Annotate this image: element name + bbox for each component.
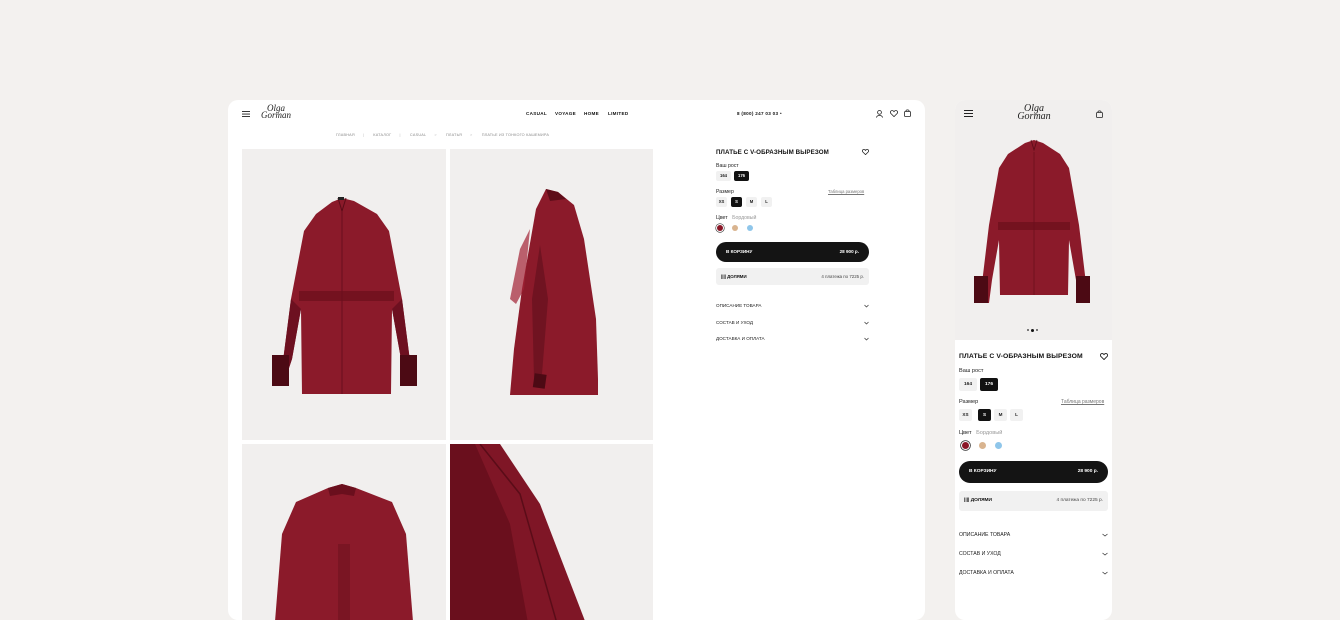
breadcrumb-item-current: ПЛАТЬЕ ИЗ ТОНКОГО КАШЕМИРА xyxy=(481,133,550,137)
accordion-composition[interactable]: СОСТАВ И УХОД xyxy=(959,551,1001,557)
breadcrumb-item[interactable]: CASUAL xyxy=(410,133,426,137)
color-swatch-blue[interactable] xyxy=(995,442,1002,449)
dolyami-logo: |||| ДОЛЯМИ xyxy=(721,274,747,279)
color-label: Цвет Бордовый xyxy=(959,430,1002,436)
add-to-cart-button[interactable]: В КОРЗИНУ 28 900 р. xyxy=(959,461,1108,483)
accordion-description[interactable]: ОПИСАНИЕ ТОВАРА xyxy=(716,303,761,308)
size-option-xs[interactable]: XS xyxy=(959,409,972,421)
brand-logo[interactable]: Olga Gorman xyxy=(258,103,294,121)
product-title: ПЛАТЬЕ С V-ОБРАЗНЫМ ВЫРЕЗОМ xyxy=(716,149,829,156)
height-option-176[interactable]: 176 xyxy=(980,378,998,391)
favorite-heart-icon[interactable] xyxy=(1100,353,1108,360)
size-chart-link[interactable]: Таблица размеров xyxy=(828,189,864,194)
chevron-down-icon[interactable] xyxy=(1102,552,1108,556)
accordion-delivery[interactable]: ДОСТАВКА И ОПЛАТА xyxy=(959,570,1014,576)
dolyami-installments: 4 платежа по 7225 р. xyxy=(1056,498,1103,503)
account-icon[interactable] xyxy=(876,110,883,118)
product-photo-side[interactable] xyxy=(450,149,653,440)
nav-casual[interactable]: CASUAL xyxy=(526,111,547,116)
nav-voyage[interactable]: VOYAGE xyxy=(555,111,576,116)
chevron-down-icon: • xyxy=(779,111,782,116)
dolyami-installments: 4 платежа по 7225 р. xyxy=(821,274,864,279)
breadcrumb-item[interactable]: ПЛАТЬЯ xyxy=(446,133,462,137)
chevron-down-icon[interactable] xyxy=(864,321,869,325)
shirt-side-image xyxy=(510,189,598,395)
color-swatch-blue[interactable] xyxy=(747,225,753,231)
cart-button-label: В КОРЗИНУ xyxy=(726,249,753,254)
favorite-heart-icon[interactable] xyxy=(862,149,869,155)
favorites-heart-icon[interactable] xyxy=(890,110,898,117)
logo-line-2: Gorman xyxy=(1017,111,1051,122)
header-phone[interactable]: 8 (800) 247 03 03 • xyxy=(737,111,782,116)
chevron-down-icon[interactable] xyxy=(1102,533,1108,537)
mobile-product-page: Olga Gorman ПЛАТЬЕ С V-ОБРАЗНЫМ ВЫРЕЗОМ … xyxy=(955,100,1112,620)
cart-bag-icon[interactable] xyxy=(1096,110,1103,118)
mobile-photo-area[interactable]: Olga Gorman xyxy=(955,100,1112,340)
color-label: Цвет Бордовый xyxy=(716,215,756,221)
carousel-dot[interactable] xyxy=(1036,329,1038,331)
menu-icon[interactable] xyxy=(964,110,973,117)
size-option-m[interactable]: M xyxy=(994,409,1007,421)
chevron-down-icon[interactable] xyxy=(864,304,869,308)
dolyami-banner[interactable]: |||| ДОЛЯМИ 4 платежа по 7225 р. xyxy=(959,491,1108,511)
accordion-delivery[interactable]: ДОСТАВКА И ОПЛАТА xyxy=(716,336,765,341)
dolyami-banner[interactable]: |||| ДОЛЯМИ 4 платежа по 7225 р. xyxy=(716,268,869,285)
size-option-xs[interactable]: XS xyxy=(716,197,727,207)
shirt-back-image xyxy=(275,484,413,620)
accordion-description[interactable]: ОПИСАНИЕ ТОВАРА xyxy=(959,532,1010,538)
desktop-product-page: Olga Gorman CASUAL VOYAGE HOME LIMITED 8… xyxy=(228,100,925,620)
height-option-164[interactable]: 164 xyxy=(959,378,977,391)
height-label: Ваш рост xyxy=(716,163,739,169)
color-label-text: Цвет xyxy=(959,430,972,436)
price: 28 900 р. xyxy=(839,249,859,254)
carousel-dot-active[interactable] xyxy=(1031,328,1034,332)
size-option-s[interactable]: S xyxy=(731,197,742,207)
color-label-text: Цвет xyxy=(716,215,728,221)
fabric-detail-image xyxy=(450,444,585,620)
chevron-down-icon[interactable] xyxy=(1102,571,1108,575)
phone-number: 8 (800) 247 03 03 xyxy=(737,111,779,116)
breadcrumb: ГЛАВНАЯ | КАТАЛОГ | CASUAL > ПЛАТЬЯ > ПЛАТЬЕ… xyxy=(336,133,550,137)
logo-line-2: Gorman xyxy=(260,110,291,121)
color-swatch-beige[interactable] xyxy=(732,225,738,231)
size-option-l[interactable]: L xyxy=(1010,409,1023,421)
shirt-front-image xyxy=(272,197,417,394)
color-swatch-burgundy[interactable] xyxy=(962,442,969,449)
size-option-s[interactable]: S xyxy=(978,409,991,421)
add-to-cart-button[interactable]: В КОРЗИНУ 28 900 р. xyxy=(716,242,869,262)
product-photo-front[interactable] xyxy=(242,149,446,440)
dolyami-logo: |||| ДОЛЯМИ xyxy=(964,498,992,503)
cart-button-label: В КОРЗИНУ xyxy=(969,469,997,474)
shirt-front-image xyxy=(974,139,1090,303)
color-swatch-burgundy[interactable] xyxy=(717,225,723,231)
nav-limited[interactable]: LIMITED xyxy=(608,111,628,116)
chevron-down-icon[interactable] xyxy=(864,337,869,341)
brand-logo[interactable]: Olga Gorman xyxy=(1013,104,1055,122)
size-label: Размер xyxy=(716,189,734,195)
breadcrumb-item[interactable]: ГЛАВНАЯ xyxy=(336,133,355,137)
carousel-dot[interactable] xyxy=(1027,329,1029,331)
accordion-composition[interactable]: СОСТАВ И УХОД xyxy=(716,320,753,325)
size-option-l[interactable]: L xyxy=(761,197,772,207)
breadcrumb-item[interactable]: КАТАЛОГ xyxy=(373,133,391,137)
price: 28 900 р. xyxy=(1077,469,1098,474)
size-chart-link[interactable]: Таблица размеров xyxy=(1061,399,1104,405)
height-option-176[interactable]: 176 xyxy=(734,171,749,181)
menu-icon[interactable] xyxy=(242,111,250,117)
nav-home[interactable]: HOME xyxy=(584,111,599,116)
color-value: Бордовый xyxy=(976,430,1003,436)
product-photo-detail[interactable] xyxy=(450,444,653,620)
height-option-164[interactable]: 164 xyxy=(716,171,731,181)
cart-bag-icon[interactable] xyxy=(904,109,911,117)
color-swatch-beige[interactable] xyxy=(979,442,986,449)
height-label: Ваш рост xyxy=(959,368,984,374)
product-title: ПЛАТЬЕ С V-ОБРАЗНЫМ ВЫРЕЗОМ xyxy=(959,353,1083,360)
size-option-m[interactable]: M xyxy=(746,197,757,207)
size-label: Размер xyxy=(959,399,979,405)
product-photo-back[interactable] xyxy=(242,444,446,620)
color-value: Бордовый xyxy=(732,215,757,221)
